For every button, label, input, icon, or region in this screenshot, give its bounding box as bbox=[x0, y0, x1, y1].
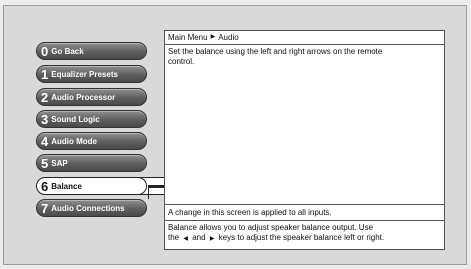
menu-item-label: Equalizer Presets bbox=[51, 69, 118, 79]
menu-item-number: 7 bbox=[41, 200, 49, 216]
breadcrumb: Main Menu ▶ Audio bbox=[165, 31, 444, 45]
slider-tick bbox=[148, 187, 149, 199]
help-line-1: Balance allows you to adjust speaker bal… bbox=[168, 223, 374, 232]
help-mid: and bbox=[192, 233, 206, 242]
menu-item-number: 6 bbox=[41, 178, 49, 194]
help-pre: the bbox=[168, 233, 180, 242]
panel-description: Set the balance using the left and right… bbox=[168, 47, 383, 66]
menu-item-label: Sound Logic bbox=[51, 114, 100, 124]
tv-screen: 0 Go Back 1 Equalizer Presets 2 Audio Pr… bbox=[3, 5, 467, 265]
menu-item-audio-processor[interactable]: 2 Audio Processor bbox=[36, 88, 147, 106]
menu-item-label: Audio Processor bbox=[51, 92, 116, 102]
menu-item-audio-mode[interactable]: 4 Audio Mode bbox=[36, 132, 147, 150]
menu-item-go-back[interactable]: 0 Go Back bbox=[36, 42, 147, 60]
panel-notice: A change in this screen is applied to al… bbox=[165, 204, 444, 221]
menu-item-number: 4 bbox=[41, 133, 49, 149]
menu-item-number: 1 bbox=[41, 66, 49, 82]
info-panel: Main Menu ▶ Audio Set the balance using … bbox=[164, 30, 445, 250]
panel-help-text: Balance allows you to adjust speaker bal… bbox=[168, 223, 441, 244]
menu-item-sound-logic[interactable]: 3 Sound Logic bbox=[36, 110, 147, 128]
menu-item-number: 3 bbox=[41, 111, 49, 127]
menu-item-label: Audio Mode bbox=[51, 136, 98, 146]
help-post: keys to adjust the speaker balance left … bbox=[218, 233, 385, 242]
breadcrumb-sub: Audio bbox=[218, 33, 239, 42]
right-arrow-icon: ▶ bbox=[209, 236, 215, 242]
menu-item-audio-connections[interactable]: 7 Audio Connections bbox=[36, 199, 147, 217]
breadcrumb-arrow-icon: ▶ bbox=[210, 34, 216, 40]
menu-item-balance[interactable]: 6 Balance bbox=[36, 177, 147, 195]
menu-item-label: Audio Connections bbox=[51, 203, 125, 213]
menu-item-label: Go Back bbox=[51, 46, 84, 56]
menu-item-label: SAP bbox=[51, 158, 68, 168]
menu-item-equalizer-presets[interactable]: 1 Equalizer Presets bbox=[36, 65, 147, 83]
menu-item-sap[interactable]: 5 SAP bbox=[36, 154, 147, 172]
menu-item-number: 5 bbox=[41, 155, 49, 171]
breadcrumb-main: Main Menu bbox=[168, 33, 208, 42]
menu-item-number: 0 bbox=[41, 43, 49, 59]
menu-item-number: 2 bbox=[41, 89, 49, 105]
left-arrow-icon: ◀ bbox=[183, 236, 188, 242]
menu-item-label: Balance bbox=[51, 181, 82, 191]
help-line-2: the ◀ and ▶ keys to adjust the speaker b… bbox=[168, 233, 441, 244]
